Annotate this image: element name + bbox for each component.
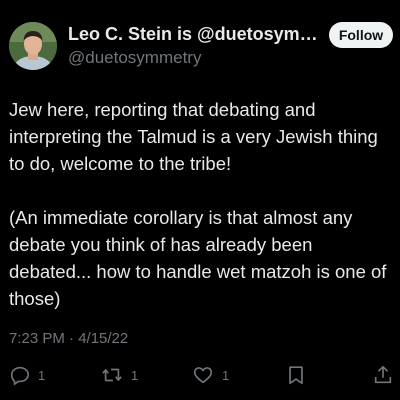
reply-button[interactable]: 1 [9,364,45,386]
tweet-timestamp[interactable]: 7:23 PM · 4/15/22 [9,330,128,347]
like-button[interactable]: 1 [191,364,229,386]
share-button[interactable] [372,364,394,386]
reply-icon [10,366,30,385]
retweet-count: 1 [131,367,139,383]
heart-icon [193,367,213,384]
like-count: 1 [222,367,230,383]
avatar-photo [9,22,57,70]
share-icon [374,365,392,384]
retweet-button[interactable]: 1 [100,364,138,386]
follow-button[interactable]: Follow [329,22,393,48]
author-display-name[interactable]: Leo C. Stein is @duetosymmetry [68,24,320,45]
bookmark-icon [289,366,303,385]
retweet-icon [102,368,122,382]
tweet-paragraph: (An immediate corollary is that almost a… [9,207,387,309]
reply-count: 1 [38,367,46,383]
tweet-paragraph: Jew here, reporting that debating and in… [9,99,378,174]
author-handle[interactable]: @duetosymmetry [68,48,201,68]
avatar[interactable] [9,22,57,70]
tweet-action-bar: 1 1 1 [0,364,400,388]
bookmark-button[interactable] [285,364,307,386]
tweet-text: Jew here, reporting that debating and in… [9,96,394,312]
